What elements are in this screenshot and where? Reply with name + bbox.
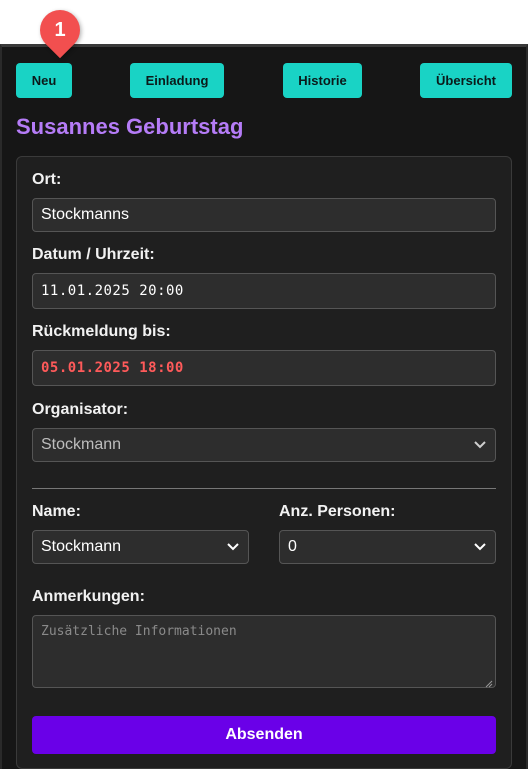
persons-value: 0 (288, 538, 297, 555)
reply-deadline-input[interactable]: 05.01.2025 18:00 (32, 350, 496, 386)
new-button[interactable]: Neu (16, 63, 72, 98)
name-label: Name: (32, 503, 81, 520)
name-value: Stockmann (41, 538, 122, 555)
chevron-down-icon (226, 540, 240, 554)
invitation-button[interactable]: Einladung (130, 63, 224, 98)
section-divider (32, 488, 496, 489)
step-marker-number: 1 (54, 18, 66, 41)
chevron-down-icon (473, 540, 487, 554)
organizer-select[interactable]: Stockmann (32, 428, 496, 462)
reply-deadline-label: Rückmeldung bis: (32, 323, 171, 340)
location-value: Stockmanns (41, 206, 130, 223)
resize-grip-icon[interactable] (485, 677, 493, 688)
page-title: Susannes Geburtstag (16, 114, 244, 139)
notes-textarea[interactable]: Zusätzliche Informationen (32, 615, 496, 688)
step-marker: 1 (31, 1, 89, 59)
datetime-input[interactable]: 11.01.2025 20:00 (32, 273, 496, 309)
location-input[interactable]: Stockmanns (32, 198, 496, 232)
persons-select[interactable]: 0 (279, 530, 496, 564)
reply-deadline-value: 05.01.2025 18:00 (41, 360, 184, 376)
organizer-label: Organisator: (32, 401, 129, 418)
notes-placeholder: Zusätzliche Informationen (41, 624, 237, 639)
history-button[interactable]: Historie (283, 63, 362, 98)
chevron-down-icon (473, 438, 487, 452)
datetime-label: Datum / Uhrzeit: (32, 246, 155, 263)
submit-button[interactable]: Absenden (32, 716, 496, 754)
organizer-value: Stockmann (41, 436, 122, 453)
overview-button[interactable]: Übersicht (420, 63, 512, 98)
persons-label: Anz. Personen: (279, 503, 396, 520)
notes-label: Anmerkungen: (32, 588, 145, 605)
datetime-value: 11.01.2025 20:00 (41, 283, 184, 299)
location-label: Ort: (32, 171, 62, 188)
name-select[interactable]: Stockmann (32, 530, 249, 564)
